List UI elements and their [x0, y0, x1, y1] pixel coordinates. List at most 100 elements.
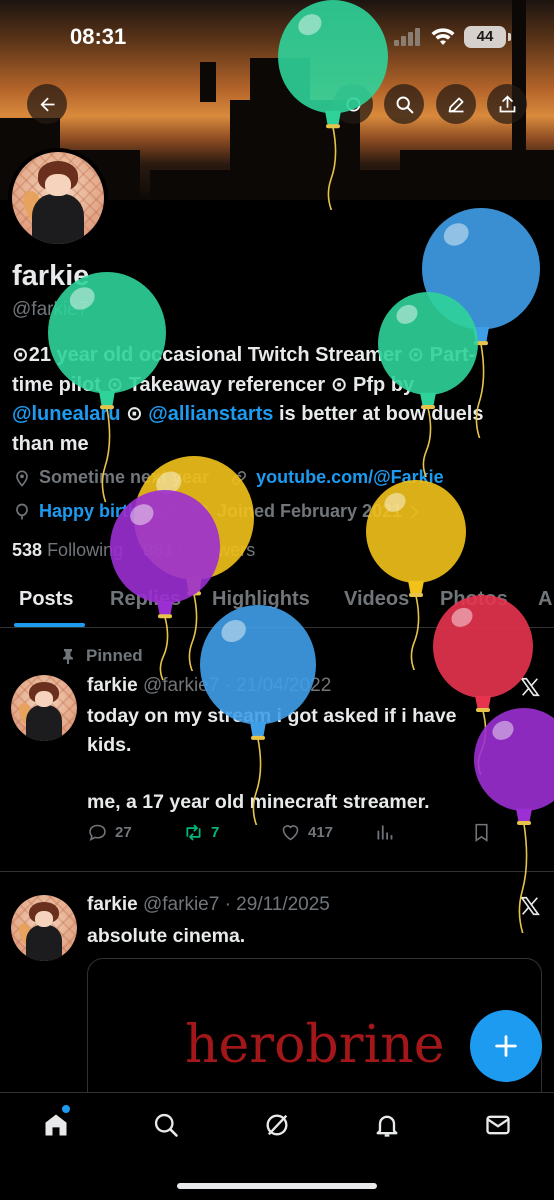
follow-stats: 538 Following 981 Followers — [12, 540, 255, 561]
post-header: farkie @farkie7 · 21/04/2022 — [87, 675, 331, 697]
joined-date: Joined February 2021 — [217, 501, 403, 521]
grok-icon[interactable] — [263, 1111, 291, 1139]
bio-line: ⊙21 year old occasional Twitch Streamer … — [12, 344, 476, 366]
active-tab-indicator — [14, 623, 85, 627]
notification-dot — [62, 1105, 70, 1113]
bookmark-icon — [475, 823, 488, 842]
compose-button[interactable] — [470, 1010, 542, 1082]
post-text-line: today on my stream i got asked if i have — [87, 705, 457, 727]
post-actions: 27 7 417 — [87, 822, 497, 848]
birthday-link[interactable]: Happy birthday! — [39, 501, 176, 522]
post-body: today on my stream i got asked if i have… — [87, 702, 507, 816]
followers-count: 981 — [143, 540, 174, 560]
profile-bio: ⊙21 year old occasional Twitch Streamer … — [12, 341, 542, 459]
profile-handle: @farkie7 — [12, 299, 89, 320]
wifi-icon — [431, 28, 455, 45]
calendar-icon — [192, 504, 208, 519]
balloon-decoration — [134, 456, 254, 671]
tab-posts[interactable]: Posts — [19, 588, 73, 611]
pin-icon — [63, 649, 73, 664]
back-button[interactable] — [27, 84, 67, 124]
notifications-icon[interactable] — [373, 1111, 401, 1139]
arrow-left-icon — [40, 97, 54, 111]
bio-line: time pilot ⊙ Takeaway referencer ⊙ Pfp b… — [12, 373, 415, 396]
following-label: Following — [47, 540, 124, 560]
repost-count: 7 — [211, 824, 220, 841]
profile-dates-row: Happy birthday! Joined February 2021 — [12, 501, 429, 522]
search-icon — [396, 96, 413, 113]
search-icon[interactable] — [152, 1111, 180, 1139]
link-icon — [232, 470, 247, 485]
bio-text: is better at bow duels — [273, 403, 484, 425]
post-avatar[interactable] — [11, 895, 77, 961]
profile-location-row: Sometime next year youtube.com/@Farkie — [12, 467, 444, 488]
profile-name: farkie — [12, 260, 90, 292]
plus-icon — [495, 1035, 517, 1057]
pinned-label: Pinned — [60, 646, 143, 666]
avatar-image — [11, 675, 77, 741]
reply-icon — [89, 824, 106, 842]
tab-replies[interactable]: Replies — [110, 588, 181, 611]
messages-icon[interactable] — [484, 1111, 512, 1139]
avatar-image — [11, 895, 77, 961]
grok-button[interactable] — [333, 84, 373, 124]
post-author[interactable]: farkie — [87, 675, 138, 696]
views-icon — [377, 825, 393, 840]
cellular-signal-icon — [394, 28, 422, 46]
post-body: absolute cinema. — [87, 925, 246, 947]
media-caption: herobrine — [185, 1015, 445, 1075]
profile-tabs: Posts Replies Highlights Videos Photos A — [0, 580, 554, 628]
x-logo-icon — [520, 677, 540, 697]
edit-icon — [448, 97, 463, 112]
reply-count: 27 — [115, 824, 132, 841]
tab-photos[interactable]: Photos — [440, 588, 508, 611]
bio-separator: ⊙ — [120, 403, 149, 425]
bookmark-button[interactable] — [471, 822, 499, 843]
following-link[interactable]: 538 Following — [12, 540, 123, 560]
edit-button[interactable] — [436, 84, 476, 124]
clock: 08:31 — [70, 24, 127, 49]
location-icon — [16, 470, 28, 487]
like-button[interactable]: 417 — [280, 822, 333, 843]
followers-link[interactable]: 981 Followers — [143, 540, 255, 560]
reply-button[interactable]: 27 — [87, 822, 132, 843]
repost-icon — [186, 824, 201, 841]
post-handle-date: @farkie7 · 29/11/2025 — [142, 894, 330, 915]
mention-link[interactable]: @allianstarts — [148, 403, 273, 425]
post-text-line: kids. — [87, 733, 132, 756]
share-button[interactable] — [487, 84, 527, 124]
post-author[interactable]: farkie — [87, 894, 138, 915]
post-avatar[interactable] — [11, 675, 77, 741]
battery-indicator: 44 — [464, 26, 511, 48]
tab-highlights[interactable]: Highlights — [212, 588, 310, 611]
home-indicator — [177, 1183, 377, 1189]
profile-website-link[interactable]: youtube.com/@Farkie — [256, 467, 444, 488]
bio-line: than me — [12, 432, 89, 455]
search-button[interactable] — [384, 84, 424, 124]
tab-articles[interactable]: A — [538, 588, 552, 611]
profile-location: Sometime next year — [39, 467, 210, 487]
bio-line: @lunealaru ⊙ @allianstarts is better at … — [12, 400, 542, 430]
followers-label: Followers — [178, 540, 256, 560]
repost-button[interactable]: 7 — [183, 822, 219, 843]
tab-videos[interactable]: Videos — [344, 588, 409, 611]
like-count: 417 — [308, 824, 334, 841]
heart-icon — [282, 825, 299, 841]
views-button[interactable] — [374, 822, 402, 843]
mention-link[interactable]: @lunealaru — [12, 403, 120, 425]
chevron-right-icon[interactable] — [408, 502, 422, 522]
post-text-line: me, a 17 year old minecraft streamer. — [87, 790, 430, 813]
post-divider — [0, 871, 554, 872]
balloon-icon — [16, 503, 28, 519]
home-icon[interactable] — [42, 1111, 70, 1139]
share-icon — [499, 94, 515, 112]
x-logo-icon — [520, 896, 540, 916]
status-bar: 08:31 44 — [0, 0, 554, 76]
pinned-text: Pinned — [86, 646, 143, 665]
avatar-image — [12, 152, 104, 244]
grok-icon — [346, 97, 360, 111]
following-count: 538 — [12, 540, 43, 560]
post-handle-date: @farkie7 · 21/04/2022 — [142, 675, 332, 696]
post-header: farkie @farkie7 · 29/11/2025 — [87, 894, 330, 916]
profile-avatar[interactable] — [8, 148, 108, 248]
